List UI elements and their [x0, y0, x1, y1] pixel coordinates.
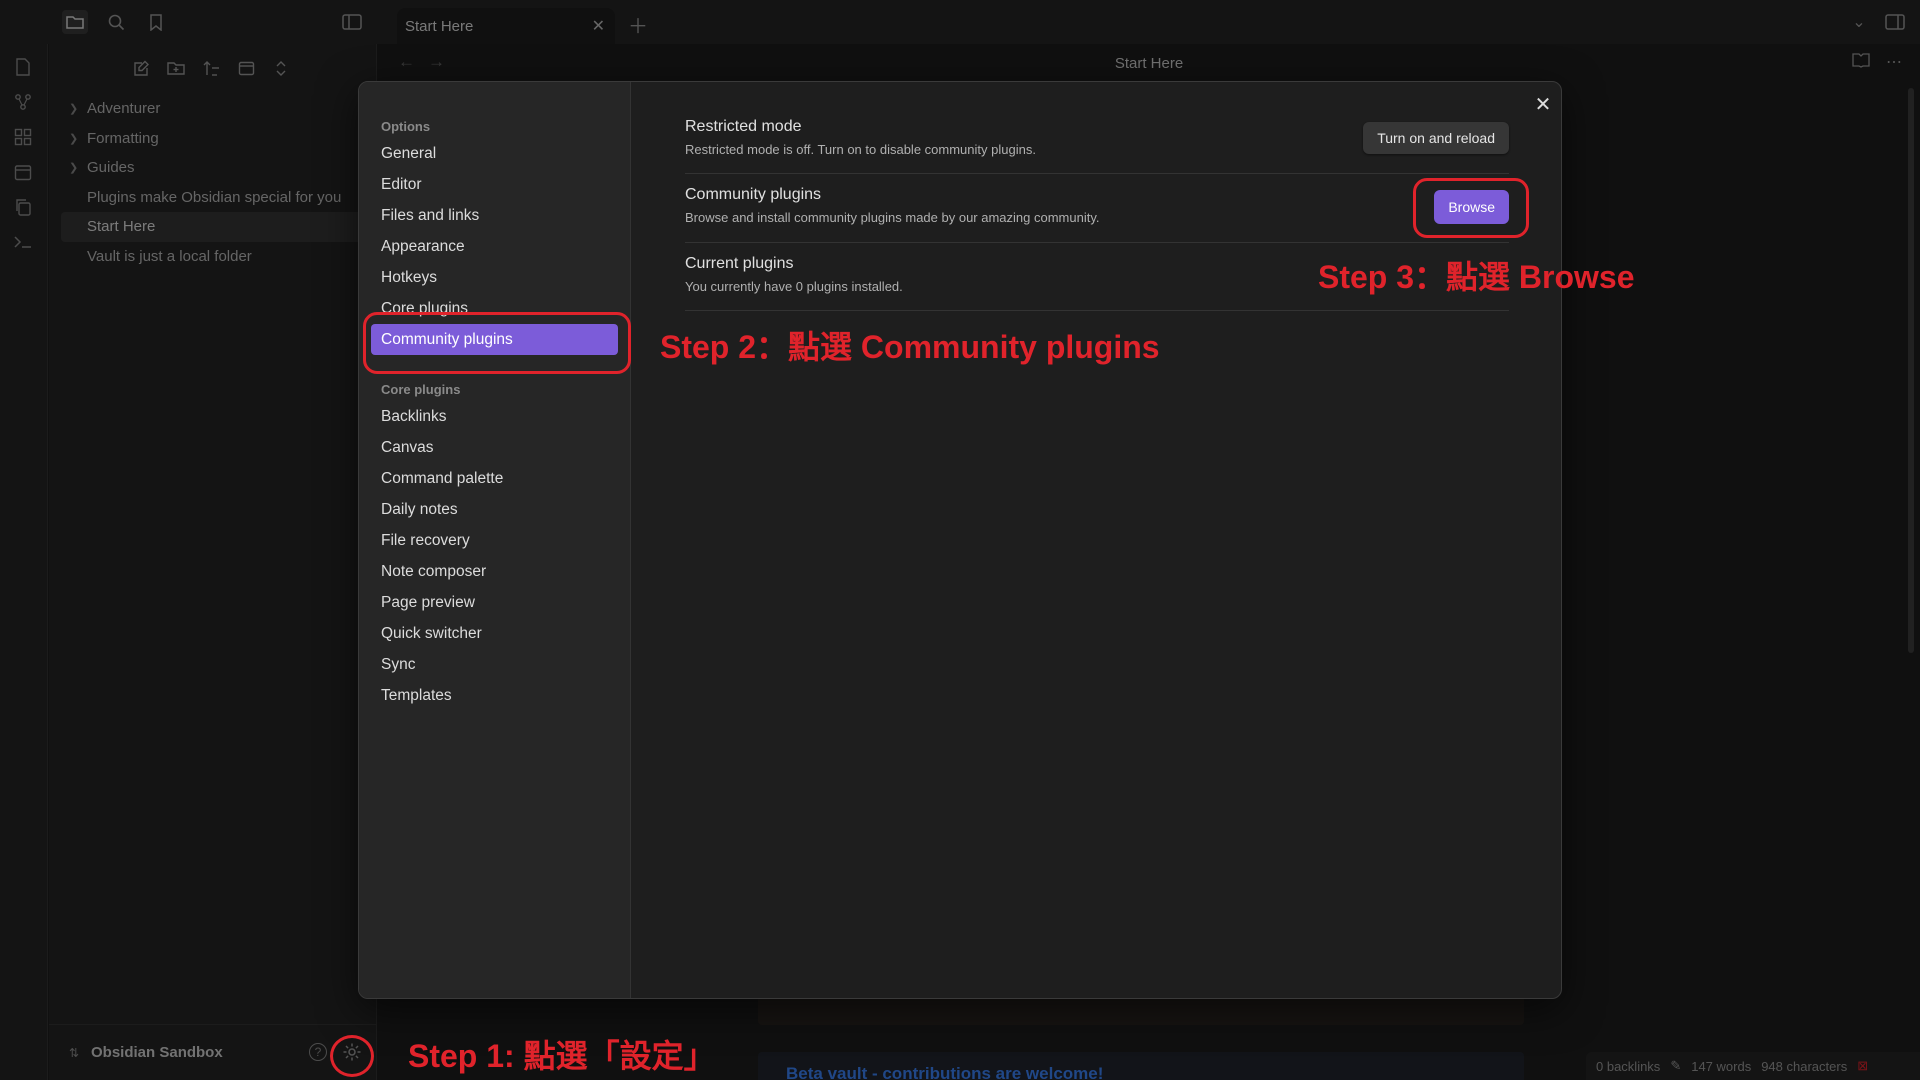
nav-item-page-preview[interactable]: Page preview — [371, 587, 618, 618]
nav-item-file-recovery[interactable]: File recovery — [371, 525, 618, 556]
nav-item-appearance[interactable]: Appearance — [371, 231, 618, 262]
highlight-ring-settings — [330, 1035, 374, 1077]
nav-item-sync[interactable]: Sync — [371, 649, 618, 680]
setting-description: Browse and install community plugins mad… — [685, 210, 1100, 225]
settings-modal: Options General Editor Files and links A… — [358, 81, 1562, 999]
highlight-ring-browse — [1413, 178, 1529, 238]
nav-item-hotkeys[interactable]: Hotkeys — [371, 262, 618, 293]
nav-heading-options: Options — [381, 119, 431, 134]
setting-name: Community plugins — [685, 186, 822, 203]
settings-nav: Options General Editor Files and links A… — [359, 82, 631, 998]
nav-item-note-composer[interactable]: Note composer — [371, 556, 618, 587]
nav-item-general[interactable]: General — [371, 138, 618, 169]
nav-item-templates[interactable]: Templates — [371, 680, 618, 711]
setting-restricted-mode: Restricted mode Restricted mode is off. … — [685, 118, 1509, 174]
nav-item-command-palette[interactable]: Command palette — [371, 463, 618, 494]
turn-on-and-reload-button[interactable]: Turn on and reload — [1363, 122, 1509, 154]
nav-item-files-and-links[interactable]: Files and links — [371, 200, 618, 231]
nav-item-editor[interactable]: Editor — [371, 169, 618, 200]
nav-heading-core-plugins: Core plugins — [381, 382, 461, 397]
nav-item-canvas[interactable]: Canvas — [371, 432, 618, 463]
nav-item-daily-notes[interactable]: Daily notes — [371, 494, 618, 525]
highlight-ring-community-plugins — [363, 312, 631, 374]
step-3-label: Step 3：點選 Browse — [1318, 259, 1635, 295]
nav-item-quick-switcher[interactable]: Quick switcher — [371, 618, 618, 649]
nav-item-backlinks[interactable]: Backlinks — [371, 401, 618, 432]
setting-community-plugins: Community plugins Browse and install com… — [685, 186, 1509, 243]
step-1-label: Step 1: 點選「設定」 — [408, 1038, 716, 1074]
step-2-label: Step 2：點選 Community plugins — [660, 329, 1160, 365]
close-icon[interactable]: ✕ — [1531, 92, 1555, 116]
